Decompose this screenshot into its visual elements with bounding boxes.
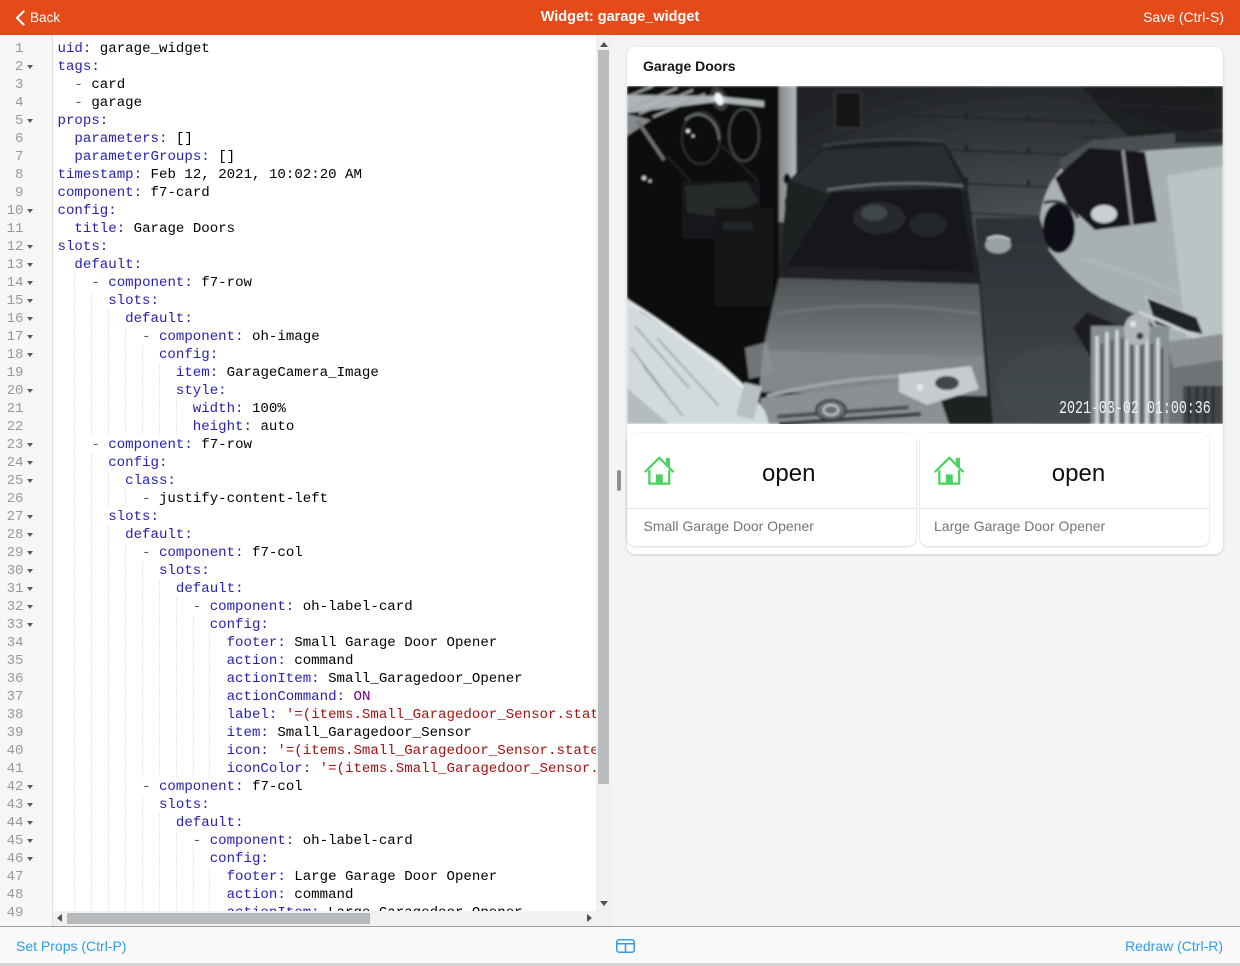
svg-text:2021-03-02 01:00:36: 2021-03-02 01:00:36: [1059, 398, 1211, 419]
